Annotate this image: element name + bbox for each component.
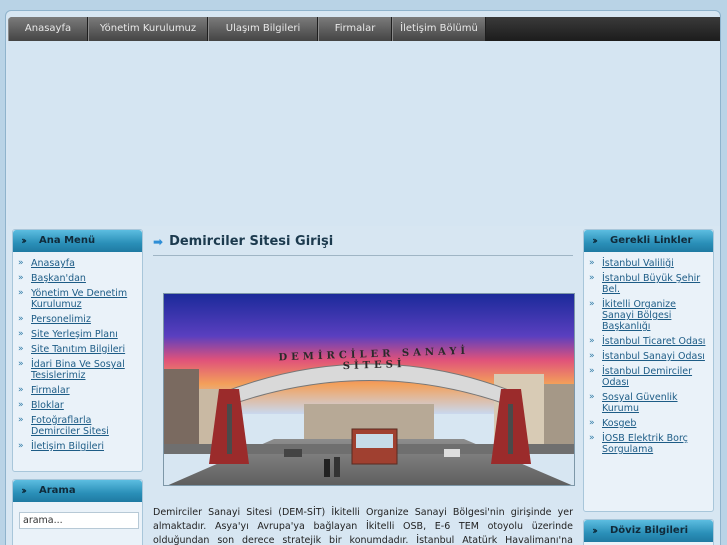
top-navigation: Anasayfa Yönetim Kurulumuz Ulaşım Bilgil… [8,17,720,41]
header-banner [8,41,720,226]
bullet-icon: » [18,314,24,324]
main-menu-item[interactable]: » Personelimiz [18,314,137,325]
nav-filler [486,17,720,41]
bullet-icon: » [18,400,24,410]
main-menu-link[interactable]: Anasayfa [31,258,75,269]
double-chevron-icon: ›› [592,234,598,247]
useful-links-item[interactable]: » İkitelli Organize Sanayi Bölgesi Başkan… [589,299,708,332]
intro-paragraph: Demirciler Sanayi Sitesi (DEM-SİT) İkite… [153,507,573,545]
useful-links-link[interactable]: İstanbul Valiliği [602,258,674,269]
bullet-icon: » [18,359,24,369]
main-menu-link[interactable]: Site Tanıtım Bilgileri [31,344,125,355]
main-menu-link[interactable]: Fotoğraflarla Demirciler Sitesi [31,415,137,437]
site-entrance-photo: DEMİRCİLER SANAYİ SİTESİ [163,293,575,486]
bullet-icon: » [18,415,24,425]
double-chevron-icon: ›› [21,484,27,497]
useful-links-item[interactable]: » İstanbul Sanayi Odası [589,351,708,362]
useful-links-item[interactable]: » İstanbul Valiliği [589,258,708,269]
bullet-icon: » [18,385,24,395]
useful-links-item[interactable]: » İstanbul Büyük Şehir Bel. [589,273,708,295]
main-menu-item[interactable]: » Yönetim Ve Denetim Kurulumuz [18,288,137,310]
useful-links-link[interactable]: İstanbul Demirciler Odası [602,366,708,388]
bullet-icon: » [589,366,595,376]
bullet-icon: » [18,441,24,451]
main-menu-item[interactable]: » Başkan'dan [18,273,137,284]
useful-links-header: ›› Gerekli Linkler [584,230,713,252]
bullet-icon: » [18,258,24,268]
currency-box: ›› Döviz Bilgileri [583,519,714,545]
useful-links-link[interactable]: Sosyal Güvenlik Kurumu [602,392,708,414]
main-menu-item[interactable]: » Anasayfa [18,258,137,269]
main-menu-link[interactable]: Yönetim Ve Denetim Kurulumuz [31,288,137,310]
bullet-icon: » [589,392,595,402]
main-menu-link[interactable]: İletişim Bilgileri [31,441,104,452]
main-menu-link[interactable]: Bloklar [31,400,64,411]
search-header: ›› Arama [13,480,142,502]
useful-links-item[interactable]: » İOSB Elektrik Borç Sorgulama [589,433,708,455]
useful-links-link[interactable]: Kosgeb [602,418,636,429]
nav-board[interactable]: Yönetim Kurulumuz [88,17,208,41]
main-menu-item[interactable]: » Site Yerleşim Planı [18,329,137,340]
bullet-icon: » [18,288,24,298]
bullet-icon: » [589,258,595,268]
useful-links-link[interactable]: İOSB Elektrik Borç Sorgulama [602,433,708,455]
main-menu-item[interactable]: » Bloklar [18,400,137,411]
useful-links-link[interactable]: İstanbul Sanayi Odası [602,351,705,362]
bullet-icon: » [589,433,595,443]
title-arrow-icon: ➡ [153,234,164,249]
main-menu-list: » Anasayfa » Başkan'dan » Yönetim Ve Denetim … [13,252,142,460]
page-title: ➡ Demirciler Sitesi Girişi [153,228,573,256]
bullet-icon: » [589,299,595,309]
double-chevron-icon: ›› [592,524,598,537]
main-menu-item[interactable]: » Site Tanıtım Bilgileri [18,344,137,355]
main-menu-title: Ana Menü [39,235,96,246]
search-box: ›› Arama [12,479,143,545]
useful-links-item[interactable]: » İstanbul Ticaret Odası [589,336,708,347]
useful-links-item[interactable]: » Sosyal Güvenlik Kurumu [589,392,708,414]
main-menu-link[interactable]: Firmalar [31,385,70,396]
currency-title: Döviz Bilgileri [610,525,689,536]
useful-links-item[interactable]: » Kosgeb [589,418,708,429]
main-menu-link[interactable]: İdari Bina Ve Sosyal Tesislerimiz [31,359,137,381]
bullet-icon: » [18,344,24,354]
useful-links-link[interactable]: İstanbul Büyük Şehir Bel. [602,273,708,295]
useful-links-link[interactable]: İkitelli Organize Sanayi Bölgesi Başkanl… [602,299,708,332]
main-content: ➡ Demirciler Sitesi Girişi DEMİRCİLER SA… [153,228,575,545]
main-menu-box: ›› Ana Menü » Anasayfa » Başkan'dan » Yönetim… [12,229,143,472]
useful-links-box: ›› Gerekli Linkler » İstanbul Valiliği » İs… [583,229,714,512]
search-title: Arama [39,485,76,496]
double-chevron-icon: ›› [21,234,27,247]
bullet-icon: » [589,418,595,428]
bullet-icon: » [589,336,595,346]
page-title-text: Demirciler Sitesi Girişi [169,234,334,249]
nav-companies[interactable]: Firmalar [318,17,392,41]
bullet-icon: » [589,351,595,361]
currency-header: ›› Döviz Bilgileri [584,520,713,542]
useful-links-item[interactable]: » İstanbul Demirciler Odası [589,366,708,388]
nav-home[interactable]: Anasayfa [8,17,88,41]
nav-transport[interactable]: Ulaşım Bilgileri [208,17,318,41]
main-menu-item[interactable]: » İletişim Bilgileri [18,441,137,452]
main-menu-link[interactable]: Personelimiz [31,314,91,325]
main-menu-header: ›› Ana Menü [13,230,142,252]
search-input[interactable] [19,512,139,529]
bullet-icon: » [589,273,595,283]
nav-contact[interactable]: İletişim Bölümü [392,17,486,41]
useful-links-link[interactable]: İstanbul Ticaret Odası [602,336,705,347]
bullet-icon: » [18,329,24,339]
main-menu-item[interactable]: » Fotoğraflarla Demirciler Sitesi [18,415,137,437]
useful-links-list: » İstanbul Valiliği » İstanbul Büyük Şehir … [584,252,713,463]
main-menu-link[interactable]: Site Yerleşim Planı [31,329,118,340]
entrance-photo-illustration [164,294,574,485]
main-menu-item[interactable]: » İdari Bina Ve Sosyal Tesislerimiz [18,359,137,381]
useful-links-title: Gerekli Linkler [610,235,693,246]
bullet-icon: » [18,273,24,283]
main-menu-item[interactable]: » Firmalar [18,385,137,396]
main-menu-link[interactable]: Başkan'dan [31,273,86,284]
